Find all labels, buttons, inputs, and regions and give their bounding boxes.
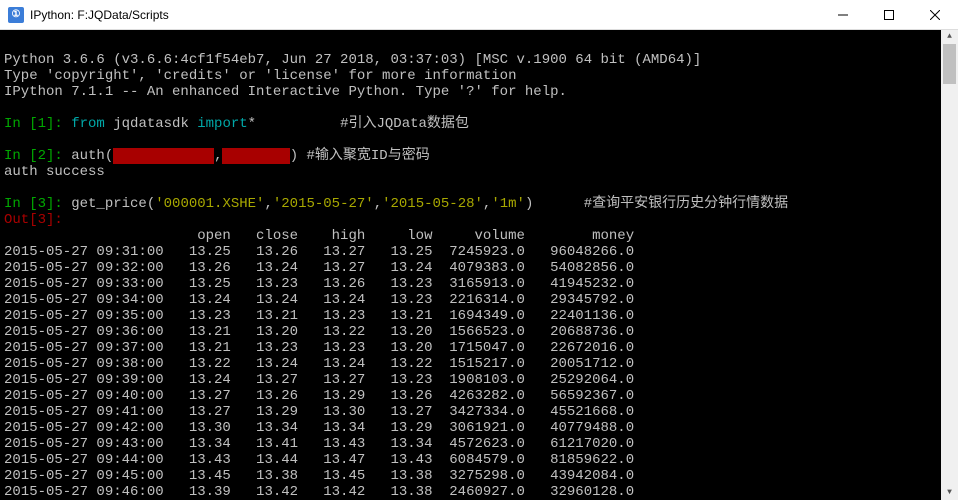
redacted-str: ' ': [113, 148, 214, 164]
comment: #输入聚宽ID与密码: [307, 148, 430, 164]
close-icon: [930, 10, 940, 20]
window-title: IPython: F:JQData/Scripts: [30, 8, 169, 22]
out-prompt: Out[3]:: [4, 212, 63, 228]
kw-import: import: [197, 116, 247, 132]
code: auth(: [71, 148, 113, 164]
table-body: 2015-05-27 09:31:00 13.25 13.26 13.27 13…: [4, 244, 948, 500]
maximize-icon: [884, 10, 894, 20]
minimize-icon: [838, 10, 848, 20]
terminal[interactable]: Python 3.6.6 (v3.6.6:4cf1f54eb7, Jun 27 …: [0, 30, 958, 500]
str-arg: '2015-05-27': [273, 196, 374, 212]
redacted-str: ' ': [222, 148, 289, 164]
banner-line: Python 3.6.6 (v3.6.6:4cf1f54eb7, Jun 27 …: [4, 52, 701, 68]
comment: #引入JQData数据包: [340, 116, 469, 132]
code: ): [290, 148, 307, 164]
scrollbar[interactable]: ▲ ▼: [941, 30, 958, 500]
table-header: open close high low volume money: [4, 228, 634, 244]
output-line: auth success: [4, 164, 105, 180]
comment: #查询平安银行历史分钟行情数据: [584, 196, 788, 212]
titlebar: ① IPython: F:JQData/Scripts: [0, 0, 958, 30]
str-arg: '2015-05-28': [382, 196, 483, 212]
scroll-up-icon[interactable]: ▲: [941, 30, 958, 44]
app-icon: ①: [8, 7, 24, 23]
code: get_price(: [71, 196, 155, 212]
in-prompt: In [3]:: [4, 196, 71, 212]
banner-line: Type 'copyright', 'credits' or 'license'…: [4, 68, 516, 84]
in-prompt: In [2]:: [4, 148, 71, 164]
module-name: jqdatasdk: [113, 116, 197, 132]
star: *: [248, 116, 256, 132]
str-arg: '1m': [491, 196, 525, 212]
window-controls: [820, 0, 958, 30]
str-arg: '000001.XSHE': [155, 196, 264, 212]
close-button[interactable]: [912, 0, 958, 30]
kw-from: from: [71, 116, 113, 132]
in-prompt: In [1]:: [4, 116, 71, 132]
scroll-thumb[interactable]: [943, 44, 956, 84]
minimize-button[interactable]: [820, 0, 866, 30]
maximize-button[interactable]: [866, 0, 912, 30]
scroll-down-icon[interactable]: ▼: [941, 486, 958, 500]
banner-line: IPython 7.1.1 -- An enhanced Interactive…: [4, 84, 567, 100]
spacer: [256, 116, 340, 132]
